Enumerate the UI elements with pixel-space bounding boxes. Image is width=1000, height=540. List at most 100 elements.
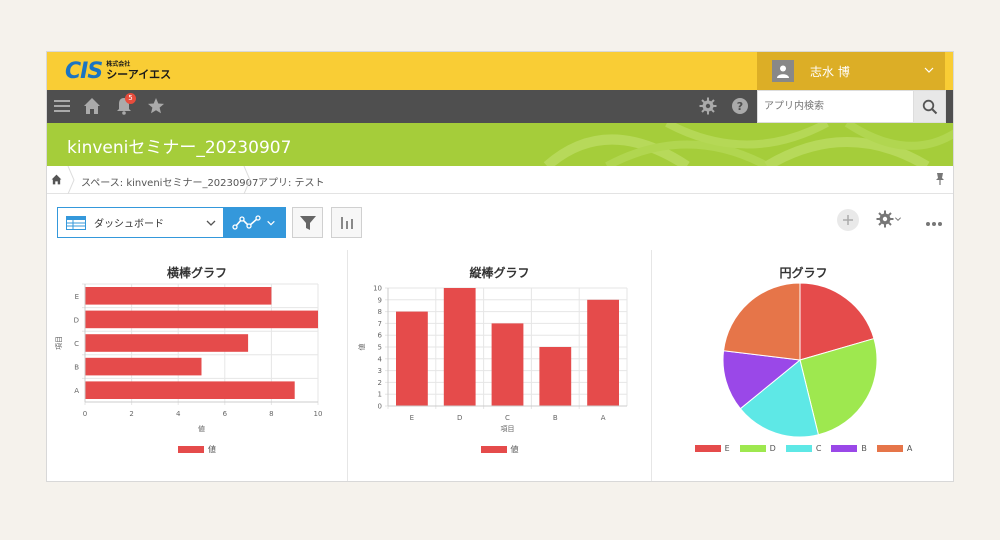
bar — [85, 310, 318, 329]
bar — [85, 357, 202, 376]
legend-label: 値 — [208, 445, 216, 454]
legend-item: 値 — [480, 444, 519, 455]
x-tick-label: C — [505, 414, 510, 422]
top-header: CIS 株式会社 シーアイエス 志水 博 — [47, 52, 953, 90]
filter-funnel-icon — [299, 215, 316, 230]
chevron-down-icon — [894, 217, 902, 222]
notification-bell-icon[interactable]: 5 — [115, 93, 136, 115]
legend-label: E — [724, 444, 730, 453]
user-icon — [777, 65, 789, 78]
x-tick-label: 6 — [223, 410, 228, 418]
app-window: CIS 株式会社 シーアイエス 志水 博 5 ? アプリ内検索 kinveniセ… — [46, 51, 954, 482]
logo-mark: CIS — [65, 58, 103, 84]
chart-legend: 値 — [348, 444, 651, 455]
graph-view-button[interactable] — [223, 208, 285, 237]
legend-swatch — [480, 446, 507, 453]
legend-label: B — [861, 444, 867, 453]
legend-item: 値 — [178, 444, 216, 455]
x-tick-label: D — [457, 414, 462, 422]
breadcrumb: スペース: kinveniセミナー_20230907 アプリ: テスト — [47, 166, 953, 194]
y-tick-label: A — [74, 387, 79, 395]
x-axis-label: 項目 — [501, 425, 515, 433]
user-name: 志水 博 — [810, 64, 850, 79]
help-icon[interactable]: ? — [731, 97, 749, 115]
y-tick-label: 8 — [378, 308, 382, 316]
y-tick-label: 0 — [378, 403, 382, 411]
breadcrumb-home-icon[interactable] — [51, 174, 62, 185]
settings-gear-icon[interactable] — [699, 97, 717, 115]
bar-chart-icon — [340, 216, 353, 229]
legend-label: A — [906, 444, 913, 453]
breadcrumb-space-link[interactable]: スペース: kinveniセミナー_20230907 — [81, 174, 258, 189]
y-tick-label: 4 — [378, 355, 383, 363]
bar — [491, 323, 524, 406]
legend-swatch — [178, 446, 204, 453]
chevron-down-icon — [206, 220, 216, 226]
pie-chart-panel: 円グラフ E D C B A — [652, 250, 953, 481]
home-icon[interactable] — [83, 97, 101, 115]
x-tick-label: 8 — [269, 410, 273, 418]
y-axis-label: 値 — [357, 344, 366, 351]
star-icon[interactable] — [147, 97, 165, 115]
table-view-icon — [66, 215, 86, 230]
app-title: kinveniセミナー_20230907 — [67, 138, 292, 158]
vertical-bar-chart: 0 1 2 3 4 5 6 7 8 9 10 E D C B A 項目 値 — [357, 285, 628, 433]
y-tick-label: C — [74, 340, 79, 348]
bar — [85, 287, 272, 305]
x-tick-label: 2 — [129, 410, 133, 418]
bar — [396, 311, 428, 406]
bar — [443, 288, 476, 406]
chart-title: 円グラフ — [779, 266, 828, 280]
legend-swatch — [739, 445, 766, 452]
y-axis-label: 項目 — [55, 336, 63, 350]
breadcrumb-app-link[interactable]: アプリ: テスト — [258, 174, 325, 189]
y-tick-label: 5 — [378, 344, 382, 352]
y-tick-label: 7 — [378, 320, 382, 328]
legend-item: E — [694, 444, 730, 453]
chevron-down-icon — [267, 220, 275, 226]
app-search-input[interactable] — [757, 90, 914, 123]
legend-label: C — [815, 444, 822, 453]
chart-legend: ED C B A — [652, 444, 953, 453]
plus-icon — [843, 215, 853, 225]
filter-button[interactable] — [292, 207, 323, 238]
company-logo[interactable]: CIS 株式会社 シーアイエス — [65, 58, 171, 84]
search-button[interactable] — [913, 90, 946, 123]
legend-swatch — [831, 445, 858, 452]
bar — [539, 347, 572, 406]
view-select-label: ダッシュボード — [94, 219, 164, 230]
add-button[interactable] — [837, 209, 859, 231]
x-tick-label: A — [601, 414, 606, 422]
view-selector[interactable]: ダッシュボード — [57, 207, 286, 238]
pin-icon[interactable] — [935, 173, 945, 185]
legend-item: A — [876, 444, 913, 453]
x-tick-label: E — [410, 414, 414, 422]
legend-item: D — [739, 444, 776, 453]
x-axis-label: 値 — [198, 424, 205, 433]
logo-name: シーアイエス — [106, 68, 172, 81]
bar — [85, 381, 295, 399]
more-options-button[interactable] — [925, 212, 943, 231]
search-icon — [922, 99, 937, 114]
legend-label: 値 — [510, 445, 519, 454]
pie-chart — [722, 282, 878, 438]
app-settings-button[interactable] — [876, 210, 902, 228]
bar — [587, 299, 619, 406]
x-tick-label: 0 — [83, 410, 87, 418]
legend-swatch — [785, 445, 812, 452]
user-menu[interactable]: 志水 博 — [757, 52, 945, 90]
x-tick-label: 4 — [176, 410, 181, 418]
y-tick-label: B — [74, 364, 79, 372]
y-tick-label: E — [75, 293, 79, 301]
menu-icon[interactable] — [53, 97, 71, 115]
chart-title: 縦棒グラフ — [469, 266, 530, 280]
pie-slice — [723, 282, 801, 361]
breadcrumb-separator — [67, 166, 75, 194]
line-graph-icon — [232, 214, 261, 230]
y-tick-label: D — [74, 316, 79, 324]
notification-badge: 5 — [125, 93, 136, 104]
y-tick-label: 1 — [378, 391, 382, 399]
view-dropdown[interactable]: ダッシュボード — [58, 208, 224, 237]
svg-text:?: ? — [737, 100, 743, 113]
graph-settings-button[interactable] — [331, 207, 362, 238]
